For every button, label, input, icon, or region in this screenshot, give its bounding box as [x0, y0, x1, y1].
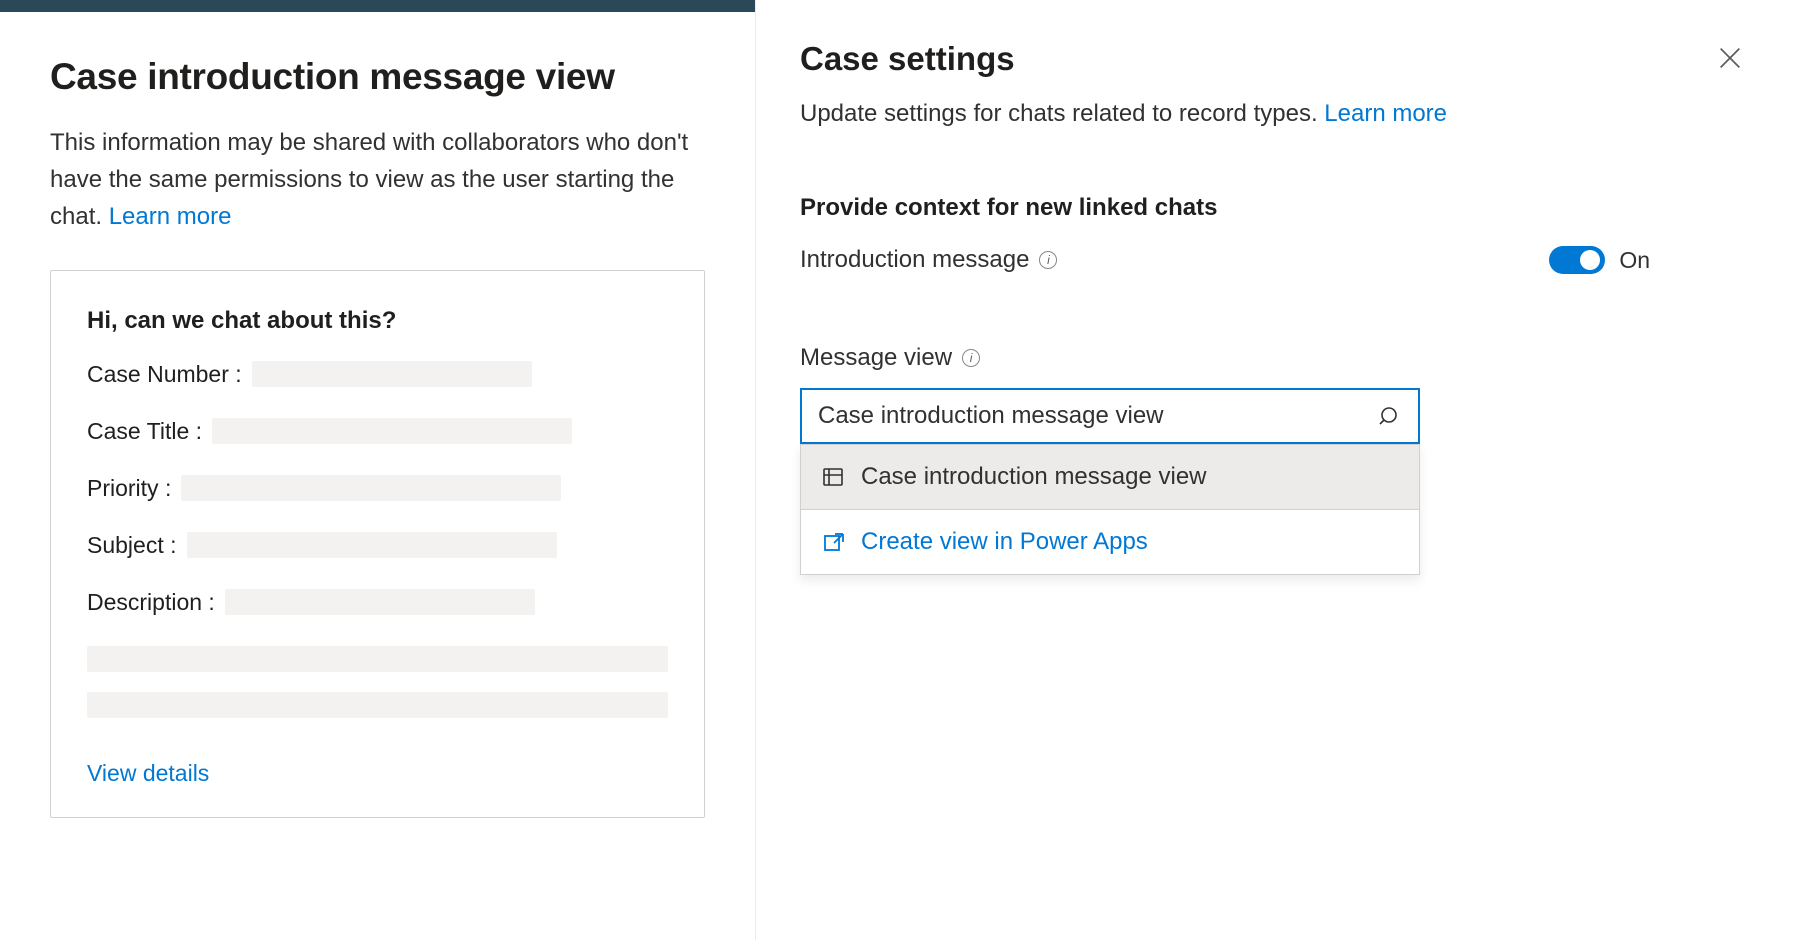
intro-message-toggle[interactable] [1549, 246, 1605, 274]
info-icon[interactable]: i [962, 349, 980, 367]
message-preview-card: Hi, can we chat about this? Case Number … [50, 270, 705, 818]
preview-description: This information may be shared with coll… [50, 124, 705, 236]
message-view-combobox[interactable]: Case introduction message view [800, 388, 1420, 444]
field-label-priority: Priority : [87, 475, 171, 502]
learn-more-link-right[interactable]: Learn more [1324, 100, 1447, 127]
combobox-value: Case introduction message view [818, 402, 1378, 430]
settings-description-text: Update settings for chats related to rec… [800, 100, 1324, 127]
field-description: Description : [87, 589, 668, 616]
settings-panel: Case settings Update settings for chats … [756, 0, 1800, 940]
field-case-number: Case Number : [87, 361, 668, 388]
message-view-dropdown: Case introduction message view Create vi… [800, 444, 1420, 575]
field-label-case-number: Case Number : [87, 361, 242, 388]
preview-panel: Case introduction message view This info… [0, 0, 756, 940]
preview-title: Case introduction message view [50, 56, 705, 98]
learn-more-link-left[interactable]: Learn more [109, 203, 232, 230]
field-placeholder [181, 475, 561, 501]
settings-description: Update settings for chats related to rec… [800, 96, 1750, 132]
field-label-description: Description : [87, 589, 215, 616]
info-icon[interactable]: i [1039, 251, 1057, 269]
close-button[interactable] [1716, 44, 1744, 72]
open-external-icon [821, 530, 845, 554]
intro-message-label: Introduction message [800, 246, 1029, 274]
toggle-state-label: On [1619, 247, 1650, 274]
field-placeholder [212, 418, 572, 444]
field-subject: Subject : [87, 532, 668, 559]
panel-top-bar [0, 0, 755, 12]
dropdown-option-create[interactable]: Create view in Power Apps [801, 509, 1419, 574]
close-icon [1716, 59, 1744, 76]
dropdown-option-label: Case introduction message view [861, 463, 1207, 491]
field-placeholder [187, 532, 557, 558]
field-label-subject: Subject : [87, 532, 177, 559]
intro-message-row: Introduction message i On [800, 246, 1750, 274]
view-icon [821, 465, 845, 489]
dropdown-option-label: Create view in Power Apps [861, 528, 1148, 556]
view-details-link[interactable]: View details [87, 760, 209, 787]
field-placeholder-line [87, 692, 668, 718]
message-view-label: Message view [800, 344, 952, 372]
dropdown-option-selected[interactable]: Case introduction message view [801, 445, 1419, 509]
field-placeholder-line [87, 646, 668, 672]
field-label-case-title: Case Title : [87, 418, 202, 445]
field-placeholder [252, 361, 532, 387]
search-icon [1378, 404, 1402, 428]
context-section-heading: Provide context for new linked chats [800, 194, 1750, 222]
settings-title: Case settings [800, 40, 1750, 78]
field-case-title: Case Title : [87, 418, 668, 445]
field-placeholder [225, 589, 535, 615]
preview-greeting: Hi, can we chat about this? [87, 307, 668, 335]
field-priority: Priority : [87, 475, 668, 502]
